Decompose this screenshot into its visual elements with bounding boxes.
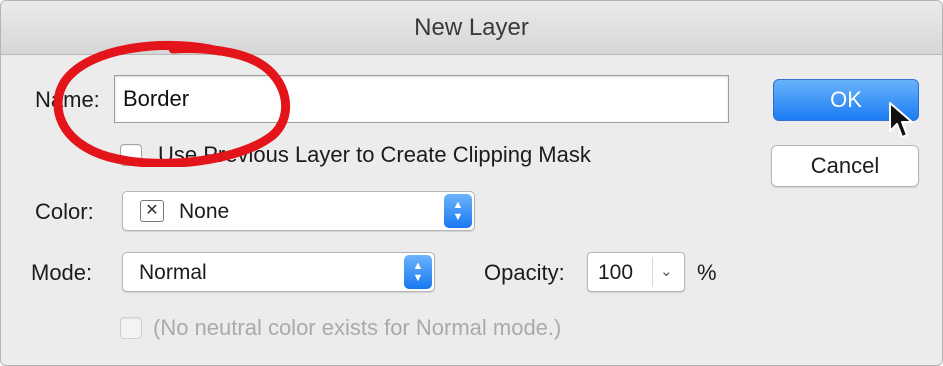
name-label: Name: <box>35 87 100 112</box>
ok-button[interactable]: OK <box>773 79 919 121</box>
clipping-mask-label[interactable]: Use Previous Layer to Create Clipping Ma… <box>158 142 591 168</box>
mode-popup[interactable]: Normal ▲ ▼ <box>122 252 435 292</box>
opacity-unit: % <box>697 260 717 285</box>
mode-label: Mode: <box>31 260 93 285</box>
chevron-down-icon[interactable]: ⌄ <box>660 262 673 280</box>
name-input[interactable] <box>114 75 729 123</box>
color-label: Color: <box>35 199 94 224</box>
opacity-label: Opacity: <box>484 260 565 285</box>
neutral-color-checkbox <box>120 317 142 339</box>
cancel-button[interactable]: Cancel <box>771 145 919 187</box>
new-layer-dialog: New Layer Name: Use Previous Layer to Cr… <box>0 0 943 366</box>
neutral-color-label: (No neutral color exists for Normal mode… <box>153 315 562 340</box>
none-swatch-icon: ✕ <box>140 200 164 222</box>
mode-value: Normal <box>139 261 207 284</box>
dialog-title: New Layer <box>414 13 529 41</box>
color-value: None <box>179 200 230 223</box>
opacity-combobox[interactable]: 100 ⌄ <box>587 252 685 292</box>
up-down-chevron-icon: ▲ ▼ <box>444 194 472 228</box>
up-down-chevron-icon: ▲ ▼ <box>404 255 432 289</box>
dialog-titlebar: New Layer <box>1 1 942 55</box>
clipping-mask-checkbox[interactable] <box>120 144 142 166</box>
combo-divider <box>652 257 653 287</box>
opacity-value: 100 <box>598 261 634 284</box>
color-popup[interactable]: ✕ None ▲ ▼ <box>122 191 475 231</box>
